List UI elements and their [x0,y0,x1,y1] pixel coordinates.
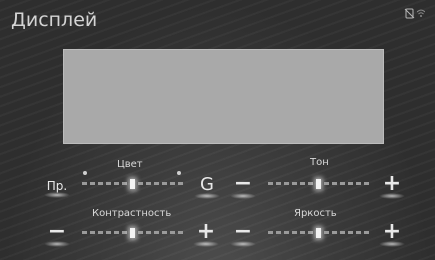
slider-segment [98,231,103,234]
slider-segment [348,182,353,185]
slider-segment [146,182,151,185]
slider-segment [276,231,281,234]
reset-button-glow [44,192,70,198]
tone-plus-button[interactable]: + [379,173,405,199]
contrast-minus-button[interactable]: − [44,221,70,247]
color-label: Цвет [117,159,143,170]
slider-thumb[interactable] [130,179,135,189]
contrast-label: Контрастность [92,208,172,219]
green-button[interactable]: G [194,174,220,199]
slider-thumb[interactable] [316,179,321,189]
reset-button-label: Пр. [46,179,68,193]
display-settings-screen: Дисплей Цвет Тон Пр. G − + Контрастность… [0,0,435,260]
slider-segment [114,182,119,185]
slider-segment [308,182,313,185]
slider-segment [308,231,313,234]
slider-segment [114,231,119,234]
slider-segment [284,231,289,234]
green-button-glow [194,193,220,199]
slider-segment [98,182,103,185]
slider-segment [122,231,127,234]
slider-segment [324,231,329,234]
slider-segment [300,231,305,234]
tone-slider[interactable] [268,179,369,189]
slider-segment [292,182,297,185]
contrast-plus-button[interactable]: + [193,221,219,247]
slider-segment [276,182,281,185]
brightness-minus-button[interactable]: − [230,221,256,247]
slider-segment [138,231,143,234]
tone-label: Тон [310,157,329,168]
slider-segment [170,182,175,185]
brightness-plus-button[interactable]: + [379,221,405,247]
slider-segment [106,182,111,185]
slider-segment [332,182,337,185]
slider-segment [268,231,273,234]
slider-segment [178,182,183,185]
brightness-slider[interactable] [268,228,369,238]
phone-muted-icon [404,8,415,22]
tone-minus-button[interactable]: − [230,173,256,199]
slider-segment [340,182,345,185]
contrast-plus-glow [193,241,219,247]
reset-button[interactable]: Пр. [44,178,70,198]
slider-segment [170,231,175,234]
brightness-minus-glow [230,241,256,247]
brightness-label: Яркость [294,208,337,219]
slider-segment [364,182,369,185]
slider-segment [284,182,289,185]
slider-segment [162,182,167,185]
slider-segment [122,182,127,185]
slider-segment [154,182,159,185]
slider-segment [138,182,143,185]
slider-segment [356,182,361,185]
slider-segment [154,231,159,234]
color-slider-max-dot [177,171,181,175]
slider-thumb[interactable] [130,228,135,238]
page-title: Дисплей [11,9,98,31]
slider-segment [348,231,353,234]
slider-segment [324,182,329,185]
color-slider[interactable] [82,179,183,189]
slider-thumb[interactable] [316,228,321,238]
slider-segment [364,231,369,234]
wifi-icon [416,8,426,22]
preview-area [63,49,384,144]
slider-segment [332,231,337,234]
slider-segment [162,231,167,234]
slider-segment [300,182,305,185]
tone-plus-glow [379,193,405,199]
slider-segment [82,182,87,185]
slider-segment [90,231,95,234]
status-bar [404,8,426,22]
green-button-label: G [200,174,214,195]
color-slider-min-dot [83,171,87,175]
slider-segment [356,231,361,234]
slider-segment [82,231,87,234]
slider-segment [106,231,111,234]
slider-segment [268,182,273,185]
contrast-minus-glow [44,241,70,247]
slider-segment [340,231,345,234]
slider-segment [146,231,151,234]
contrast-slider[interactable] [82,228,183,238]
tone-minus-glow [230,193,256,199]
brightness-plus-glow [379,241,405,247]
slider-segment [292,231,297,234]
slider-segment [90,182,95,185]
slider-segment [178,231,183,234]
